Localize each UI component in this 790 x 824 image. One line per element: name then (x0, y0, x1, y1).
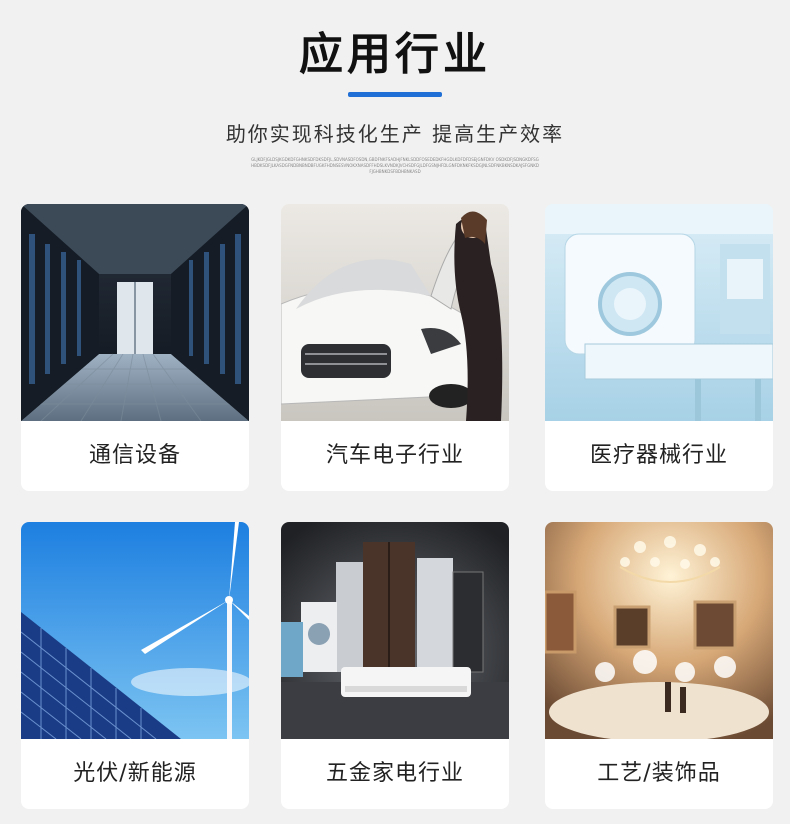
card-label: 光伏/新能源 (73, 761, 197, 786)
industry-card-appliances[interactable]: 五金家电行业 (281, 522, 509, 809)
title-underline (348, 92, 442, 97)
card-label: 工艺/装饰品 (597, 761, 721, 786)
medical-image (545, 204, 773, 421)
card-label: 医疗器械行业 (589, 443, 728, 468)
telecom-image (21, 204, 249, 421)
solar-image (21, 522, 249, 739)
appliances-image (281, 522, 509, 739)
crafts-image (545, 522, 773, 739)
automotive-image (281, 204, 509, 421)
industry-card-automotive[interactable]: 汽车电子行业 (281, 204, 509, 491)
card-label: 五金家电行业 (325, 761, 464, 786)
industry-card-crafts[interactable]: 工艺/装饰品 (545, 522, 773, 809)
page-subtitle: 助你实现科技化生产 提高生产效率 (225, 122, 565, 146)
page-title: 应用行业 (299, 29, 491, 80)
industry-card-telecom[interactable]: 通信设备 (21, 204, 249, 491)
card-label: 通信设备 (88, 443, 181, 468)
fine-print: GLJKDFJGLDSJKGDKDFGHNKSDFDKSDFJL,SDVNASD… (251, 157, 539, 174)
card-label: 汽车电子行业 (325, 443, 464, 468)
industry-card-solar[interactable]: 光伏/新能源 (21, 522, 249, 809)
industry-card-medical[interactable]: 医疗器械行业 (545, 204, 773, 491)
